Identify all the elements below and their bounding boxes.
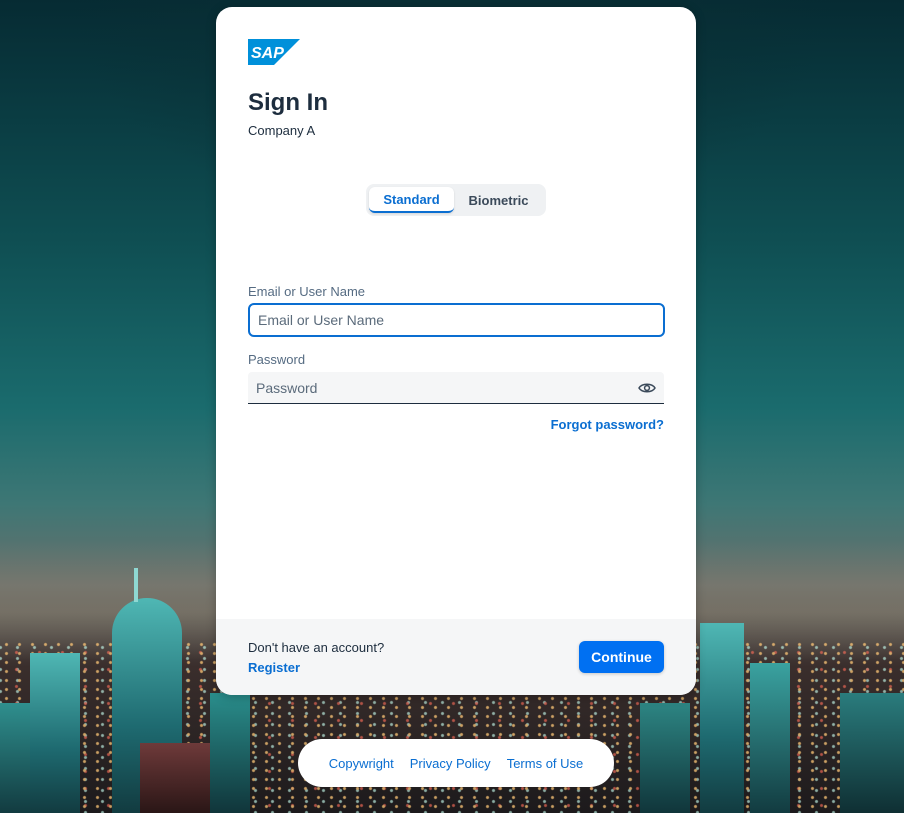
copyright-link[interactable]: Copywright [329,756,394,771]
building [840,693,904,813]
company-name: Company A [248,123,316,138]
sign-in-mode-toggle: Standard Biometric [366,184,546,216]
terms-of-use-link[interactable]: Terms of Use [507,756,584,771]
password-label: Password [248,352,306,367]
building [30,653,80,813]
password-input[interactable] [248,372,664,404]
building [700,623,744,813]
sap-logo: SAP [248,39,300,65]
register-link[interactable]: Register [248,660,300,675]
email-input[interactable] [248,303,665,337]
legal-links-bar: Copywright Privacy Policy Terms of Use [298,739,614,787]
building [140,743,210,813]
building [210,693,250,813]
building [0,703,34,813]
continue-button[interactable]: Continue [579,641,664,673]
building [640,703,690,813]
forgot-password-link[interactable]: Forgot password? [551,417,664,432]
building [750,663,790,813]
tab-biometric[interactable]: Biometric [454,187,543,213]
card-footer: Don't have an account? Register Continue [216,619,696,695]
privacy-policy-link[interactable]: Privacy Policy [410,756,491,771]
sign-in-card: SAP Sign In Company A Standard Biometric… [216,7,696,695]
no-account-text: Don't have an account? [248,640,385,655]
tab-standard[interactable]: Standard [369,187,454,213]
email-label: Email or User Name [248,284,366,299]
page-title: Sign In [248,89,328,116]
eye-icon[interactable] [636,378,658,398]
logo-text: SAP [251,45,284,62]
